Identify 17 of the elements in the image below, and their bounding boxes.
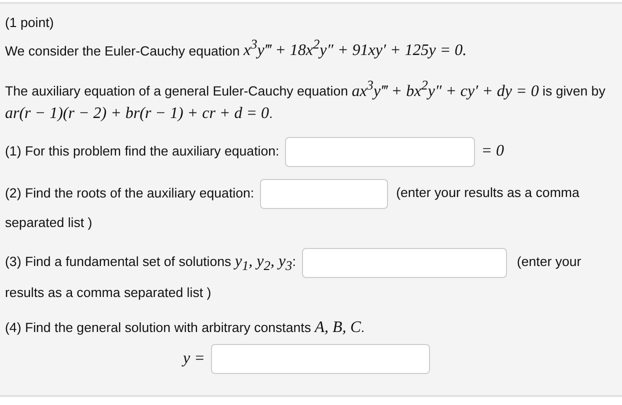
hint-text: (enter your (516, 254, 582, 270)
question-text: (3) Find a fundamental set of solutions y$_{1}$, y$_{2}$, y$_{3}$: (5, 254, 296, 270)
problem-text: We consider the Euler-Cauchy equation x$^{3}$y‴ + 18x$^{2}$y″ + 91xy′ + 125y = 0. (5, 36, 468, 62)
hint-text: separated list ) (5, 214, 92, 230)
hint-text: results as a comma separated list ) (5, 285, 212, 300)
question-text: (1) For this problem find the auxiliary equation: (5, 143, 280, 158)
y-equals-label: y = (183, 349, 205, 370)
answer-field[interactable] (285, 136, 476, 167)
question-text: (2) Find the roots of the auxiliary equation: (5, 185, 254, 200)
problem-text: The auxiliary equation of a general Euler-Cauchy equation ax$^{3}$y‴ + bx$^{2}$y″ + cy′ + dy = 0 is given by ar(r − 1)(r − 2) + br(r − 1) + cr + d = 0. (5, 76, 606, 124)
question-text: (4) Find the general solution with arbitrary constants A, B, C. (5, 320, 365, 336)
points-label: (1 point) (5, 14, 55, 32)
answer-field[interactable] (302, 248, 507, 278)
hint-text: (enter your results as a comma (396, 185, 580, 200)
equals-zero: = 0 (481, 142, 504, 160)
answer-field[interactable] (260, 178, 388, 209)
answer-field[interactable] (210, 344, 430, 374)
